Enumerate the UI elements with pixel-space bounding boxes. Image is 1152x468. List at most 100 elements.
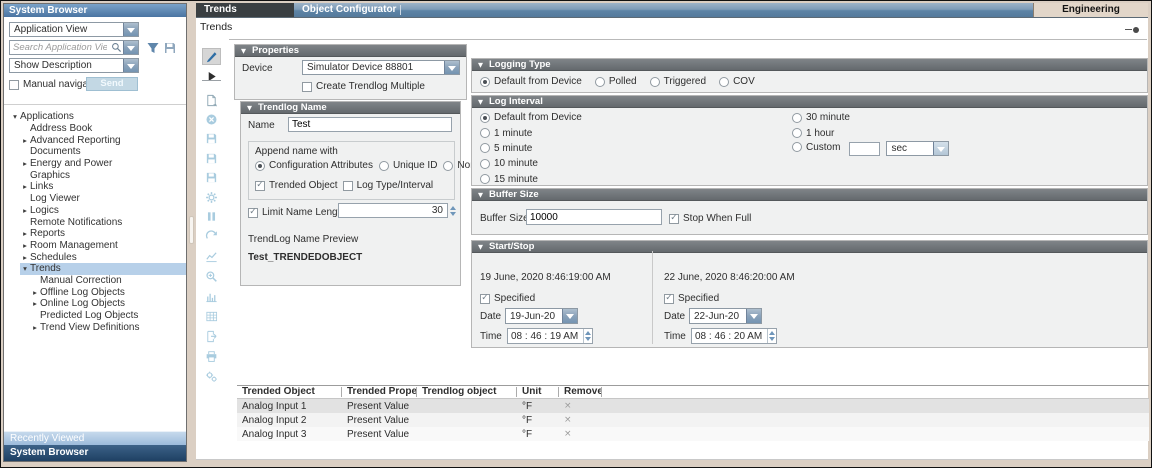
tree-expander-icon[interactable]: ▾	[20, 264, 30, 273]
name-input[interactable]	[288, 117, 452, 132]
custom-unit-dropdown[interactable]: sec	[886, 141, 949, 156]
radio-control[interactable]	[379, 161, 389, 171]
radio-control[interactable]	[480, 143, 490, 153]
send-button[interactable]: Send	[86, 77, 138, 91]
radio-10-minute[interactable]: 10 minute	[480, 156, 582, 171]
checkbox-limit-name-length[interactable]: ✓Limit Name Length	[248, 207, 346, 218]
radio-control[interactable]	[480, 159, 490, 169]
device-dropdown[interactable]: Simulator Device 88801	[302, 60, 460, 75]
tree-expander-icon[interactable]: ▸	[20, 253, 30, 262]
gear-icon[interactable]	[202, 189, 221, 206]
tree-expander-icon[interactable]: ▸	[30, 299, 40, 308]
radio-cov[interactable]: COV	[719, 76, 755, 87]
tree-expander-icon[interactable]: ▸	[20, 136, 30, 145]
buffer-size-input[interactable]	[526, 209, 662, 225]
edit-pen-icon[interactable]	[202, 48, 221, 65]
radio-control[interactable]	[595, 77, 605, 87]
tree-item-applications[interactable]: ▾Applications	[4, 111, 186, 123]
column-header-trended-property[interactable]: Trended Property	[342, 387, 417, 397]
save-search-icon[interactable]	[163, 41, 177, 55]
section-log-interval-header[interactable]: ▼Log Interval	[472, 96, 1147, 108]
section-properties-header[interactable]: ▼Properties	[235, 45, 466, 57]
radio-control[interactable]	[443, 161, 453, 171]
checkbox-control[interactable]	[343, 181, 353, 191]
engineering-mode-tab[interactable]: Engineering	[1033, 3, 1148, 17]
radio-control[interactable]	[480, 128, 490, 138]
save-icon[interactable]	[202, 130, 221, 147]
checkbox-control[interactable]: ✓	[664, 294, 674, 304]
chevron-down-icon[interactable]	[444, 61, 459, 74]
time-stepper[interactable]	[767, 329, 776, 343]
tree-item-manual-correction[interactable]: Manual Correction	[4, 275, 186, 287]
tree-item-documents[interactable]: Documents	[4, 146, 186, 158]
radio-control[interactable]	[480, 113, 490, 123]
tree-item-trend-view-definitions[interactable]: ▸Trend View Definitions	[4, 321, 186, 333]
tree-expander-icon[interactable]: ▸	[20, 182, 30, 191]
checkbox-control[interactable]	[302, 82, 312, 92]
column-header-trended-object[interactable]: Trended Object	[237, 387, 342, 397]
grid-icon[interactable]	[202, 308, 221, 325]
pin-icon[interactable]	[1125, 27, 1139, 33]
radio-triggered[interactable]: Triggered	[650, 76, 706, 87]
checkbox-control[interactable]: ✓	[255, 181, 265, 191]
radio-custom[interactable]: Custom	[792, 142, 840, 153]
tree-item-room-management[interactable]: ▸Room Management	[4, 240, 186, 252]
cancel-icon[interactable]	[202, 111, 221, 128]
settings-gears-icon[interactable]	[202, 368, 221, 385]
splitter-handle[interactable]	[189, 216, 194, 244]
checkbox-stop-when-full[interactable]: ✓Stop When Full	[669, 213, 751, 224]
system-browser-bar[interactable]: System Browser	[4, 445, 186, 461]
start-time-field[interactable]: 08 : 46 : 19 AM	[507, 328, 593, 344]
checkbox-create-trendlog-multiple[interactable]: Create Trendlog Multiple	[302, 81, 425, 92]
custom-interval-input[interactable]	[849, 142, 880, 156]
export-icon[interactable]	[202, 328, 221, 345]
tree-expander-icon[interactable]: ▸	[20, 241, 30, 250]
chevron-down-icon[interactable]	[746, 309, 761, 323]
tree-item-schedules[interactable]: ▸Schedules	[4, 251, 186, 263]
refresh-icon[interactable]	[202, 228, 221, 245]
remove-button[interactable]: ×	[559, 415, 602, 425]
tree-item-energy-and-power[interactable]: ▸Energy and Power	[4, 158, 186, 170]
radio-default-from-device[interactable]: Default from Device	[480, 76, 582, 87]
zoom-in-icon[interactable]	[202, 268, 221, 285]
table-row-analog-input-2[interactable]: Analog Input 2Present Value°F×	[237, 413, 1149, 427]
radio-control[interactable]	[650, 77, 660, 87]
checkbox-trended-object[interactable]: ✓Trended Object	[255, 180, 338, 191]
column-header-remove[interactable]: Remove	[559, 387, 602, 397]
remove-button[interactable]: ×	[559, 401, 602, 411]
section-trendlog-name-header[interactable]: ▼Trendlog Name	[241, 102, 460, 114]
tree-item-links[interactable]: ▸Links	[4, 181, 186, 193]
chevron-down-icon[interactable]	[123, 59, 138, 72]
checkbox-specified[interactable]: ✓Specified	[480, 293, 535, 304]
tree-expander-icon[interactable]: ▸	[30, 288, 40, 297]
search-input[interactable]	[10, 41, 110, 54]
limit-length-stepper[interactable]	[450, 203, 456, 218]
checkbox-control[interactable]: ✓	[480, 294, 490, 304]
tree-item-offline-log-objects[interactable]: ▸Offline Log Objects	[4, 286, 186, 298]
tree-item-predicted-log-objects[interactable]: Predicted Log Objects	[4, 310, 186, 322]
table-row-analog-input-1[interactable]: Analog Input 1Present Value°F×	[237, 399, 1149, 413]
radio-control[interactable]	[792, 142, 802, 152]
tree-item-logics[interactable]: ▸Logics	[4, 205, 186, 217]
column-header-trendlog-object[interactable]: Trendlog object	[417, 387, 517, 397]
radio-5-minute[interactable]: 5 minute	[480, 141, 582, 156]
search-options-chevron-icon[interactable]	[123, 41, 138, 54]
table-row-analog-input-3[interactable]: Analog Input 3Present Value°F×	[237, 427, 1149, 441]
save-all-icon[interactable]	[202, 169, 221, 186]
tree-item-trends[interactable]: ▾Trends	[4, 263, 186, 275]
checkbox-control[interactable]: ✓	[669, 214, 679, 224]
trend-chart-icon[interactable]	[202, 248, 221, 265]
print-icon[interactable]	[202, 348, 221, 365]
radio-control[interactable]	[255, 161, 265, 171]
save-document-icon[interactable]	[202, 92, 221, 109]
radio-15-minute[interactable]: 15 minute	[480, 172, 582, 187]
radio-control[interactable]	[480, 174, 490, 184]
radio-configuration-attributes[interactable]: Configuration Attributes	[255, 160, 373, 171]
section-logging-type-header[interactable]: ▼Logging Type	[472, 59, 1147, 71]
radio-default-from-device[interactable]: Default from Device	[480, 110, 582, 125]
remove-button[interactable]: ×	[559, 429, 602, 439]
tree-item-log-viewer[interactable]: Log Viewer	[4, 193, 186, 205]
radio-control[interactable]	[719, 77, 729, 87]
checkbox-specified[interactable]: ✓Specified	[664, 293, 719, 304]
radio-polled[interactable]: Polled	[595, 76, 637, 87]
